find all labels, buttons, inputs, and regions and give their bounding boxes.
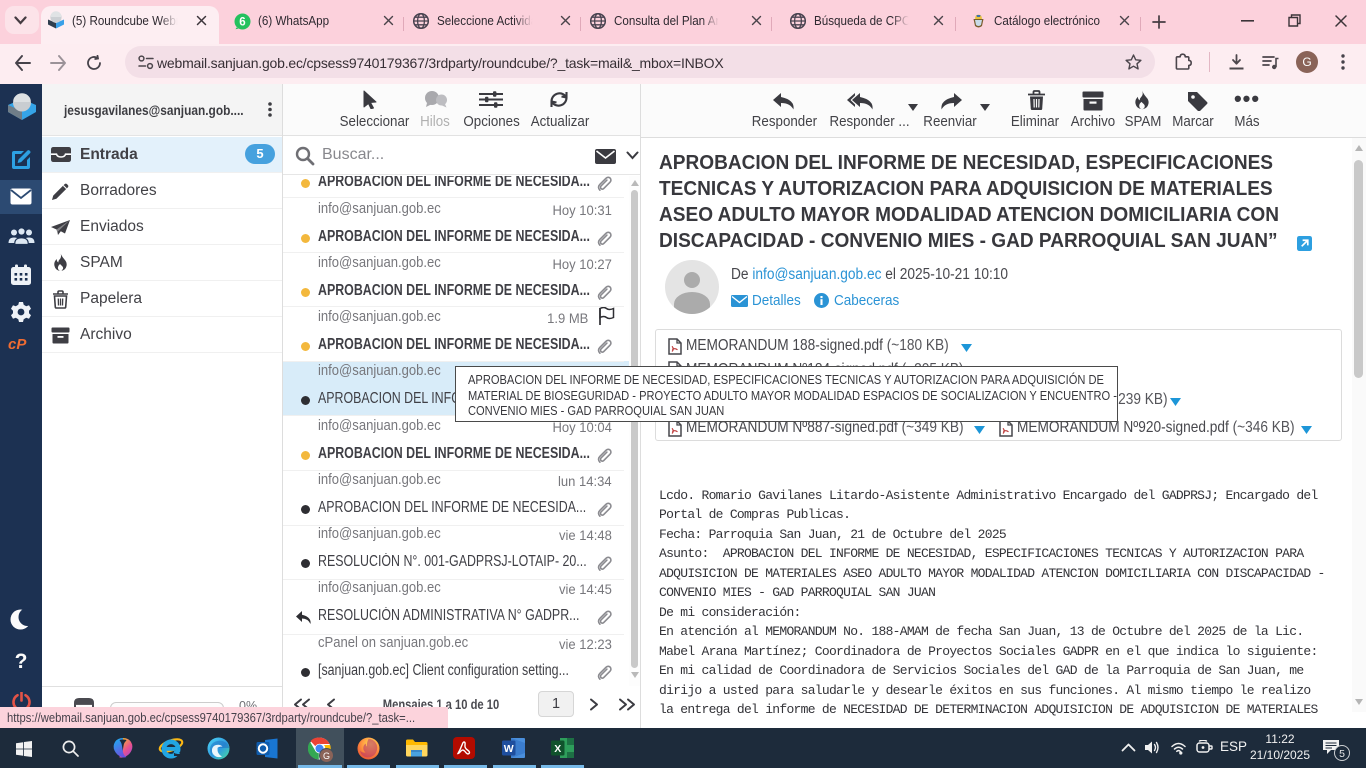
svg-text:6: 6	[239, 17, 245, 29]
svg-text:X: X	[554, 743, 561, 755]
svg-text:W: W	[504, 743, 514, 755]
